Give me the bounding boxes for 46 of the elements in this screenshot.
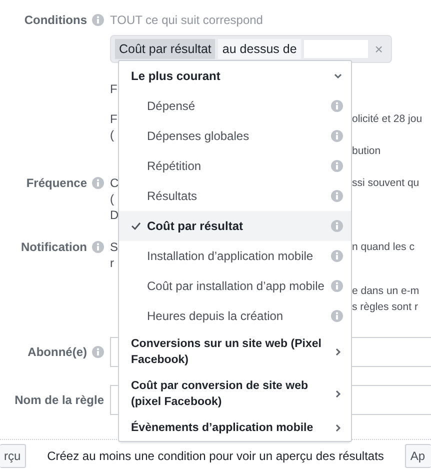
menu-group[interactable]: Coût par conversion de site web (pixel Facebook) [119, 373, 351, 415]
menu-item[interactable]: Installation d’application mobile [119, 241, 351, 271]
menu-item[interactable]: Coût par résultat [119, 211, 351, 241]
hint-text: Créez au moins une condition pour voir un aperçu des résultats [47, 449, 384, 463]
text-fragment: ssi souvent qu [352, 176, 420, 191]
text-fragment: F [110, 81, 118, 97]
menu-item[interactable]: Répétition [119, 151, 351, 181]
conditions-summary: TOUT ce qui suit correspond [110, 12, 264, 28]
apply-button[interactable]: Ap [405, 444, 431, 468]
menu-item[interactable]: Coût par installation d’app mobile [119, 271, 351, 301]
preview-button[interactable]: rçu [0, 444, 26, 468]
field-label: Abonné(e) [28, 344, 87, 360]
text-fragment: r [110, 255, 114, 271]
info-icon [331, 250, 343, 262]
info-icon [331, 310, 343, 322]
check-icon [131, 221, 141, 231]
menu-item[interactable]: Dépenses globales [119, 121, 351, 151]
field-label: Notification [21, 239, 87, 255]
menu-group[interactable]: Évènements d’application mobile [119, 415, 351, 441]
field-label: Conditions [24, 12, 87, 28]
text-fragment: n quand les c [352, 240, 414, 255]
info-icon [331, 100, 343, 112]
text-fragment: C [110, 175, 119, 191]
info-icon [331, 280, 343, 292]
text-fragment: ( [110, 127, 114, 143]
info-icon [331, 130, 343, 142]
menu-section-header[interactable]: Le plus courant [119, 61, 351, 91]
info-icon [331, 190, 343, 202]
text-fragment: e dans un e-m [352, 284, 420, 299]
menu-item[interactable]: Résultats [119, 181, 351, 211]
text-fragment: F [110, 111, 118, 127]
menu-group[interactable]: Conversions sur un site web (Pixel Facebook) [119, 331, 351, 373]
text-fragment: olicité et 28 jou [352, 112, 422, 127]
metric-dropdown[interactable]: Coût par résultat [115, 39, 216, 59]
field-label: Fréquence [26, 175, 87, 191]
operator-dropdown[interactable]: au dessus de [218, 39, 301, 59]
text-fragment: ( [110, 191, 114, 207]
info-icon [331, 160, 343, 172]
text-fragment: S [110, 239, 118, 255]
text-fragment: D [110, 207, 119, 223]
text-fragment: s règles sont r [352, 300, 418, 315]
text-fragment: bution [352, 144, 381, 159]
menu-item[interactable]: Dépensé [119, 91, 351, 121]
menu-item[interactable]: Heures depuis la création [119, 301, 351, 331]
info-icon [331, 220, 343, 232]
field-label: Nom de la règle [14, 392, 104, 408]
